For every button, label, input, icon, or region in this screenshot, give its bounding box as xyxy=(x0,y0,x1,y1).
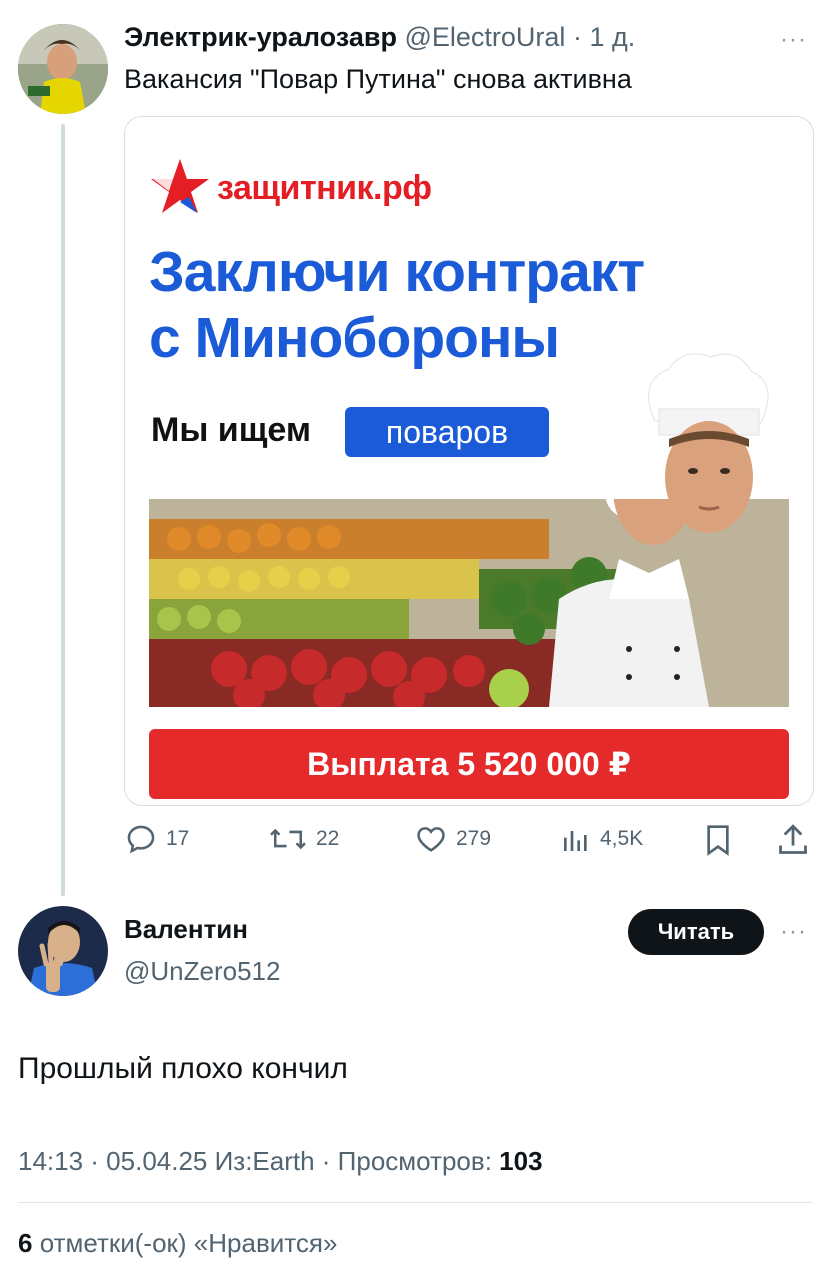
chef-figure xyxy=(648,353,769,533)
ad-headline-line1: Заключи контракт xyxy=(149,240,645,304)
ad-seeking-highlight: поваров xyxy=(345,407,549,457)
reply-author-avatar[interactable] xyxy=(18,906,108,996)
tweet-header: Электрик-уралозавр @ElectroUral · 1 д. xyxy=(124,22,635,53)
reply-count: 17 xyxy=(166,827,190,850)
views-chart-icon xyxy=(564,831,587,851)
star-logo-icon xyxy=(151,159,209,213)
ad-payout-banner: Выплата 5 520 000 ₽ xyxy=(149,729,789,799)
heart-icon xyxy=(417,827,445,852)
header-separator: · xyxy=(572,22,582,52)
ad-headline-line2: с Минобороны xyxy=(149,306,560,370)
retweet-count: 22 xyxy=(316,827,340,850)
author-avatar[interactable] xyxy=(18,24,108,114)
follow-button[interactable]: Читать xyxy=(628,909,764,955)
reply-more-button[interactable]: ··· xyxy=(780,918,807,946)
reply-likes-label: отметки(-ок) «Нравится» xyxy=(39,1228,338,1258)
tweet-media-card[interactable]: защитник.рф Заключи контракт с Миноборон… xyxy=(124,116,814,806)
reply-likes-summary[interactable]: 6 отметки(-ок) «Нравится» xyxy=(18,1228,337,1259)
views-action[interactable]: 4,5K xyxy=(560,822,643,856)
like-action[interactable]: 279 xyxy=(414,822,491,856)
divider xyxy=(18,1202,813,1203)
reply-author-handle[interactable]: @UnZero512 xyxy=(124,956,280,987)
reply-views-count: 103 xyxy=(499,1146,543,1176)
retweet-icon xyxy=(270,828,306,850)
reply-action[interactable]: 17 xyxy=(124,822,189,856)
retweet-action[interactable]: 22 xyxy=(268,822,339,856)
author-name[interactable]: Электрик-уралозавр xyxy=(124,22,397,52)
thread-connector xyxy=(61,124,65,896)
reply-icon xyxy=(127,825,155,854)
reply-text: Прошлый плохо кончил xyxy=(18,1052,348,1085)
share-icon[interactable] xyxy=(776,822,810,858)
ad-seeking-label: Мы ищем xyxy=(151,411,312,449)
reply-meta: 14:13 · 05.04.25 Из:Earth · Просмотров: … xyxy=(18,1146,543,1177)
bookmark-icon[interactable] xyxy=(702,822,734,858)
tweet-time[interactable]: 1 д. xyxy=(589,22,635,52)
reply-likes-count: 6 xyxy=(18,1228,33,1258)
views-count: 4,5K xyxy=(600,827,644,850)
tweet-more-button[interactable]: ··· xyxy=(780,26,807,54)
tweet-text: Вакансия "Повар Путина" снова активна xyxy=(124,64,632,94)
ad-headline: Заключи контракт с Минобороны xyxy=(149,239,645,371)
reply-timestamp[interactable]: 14:13 · 05.04.25 Из:Earth · Просмотров: xyxy=(18,1146,492,1176)
like-count: 279 xyxy=(456,827,492,850)
reply-author-name[interactable]: Валентин xyxy=(124,914,248,945)
ad-brand: защитник.рф xyxy=(217,169,432,207)
author-handle[interactable]: @ElectroUral xyxy=(404,22,565,52)
